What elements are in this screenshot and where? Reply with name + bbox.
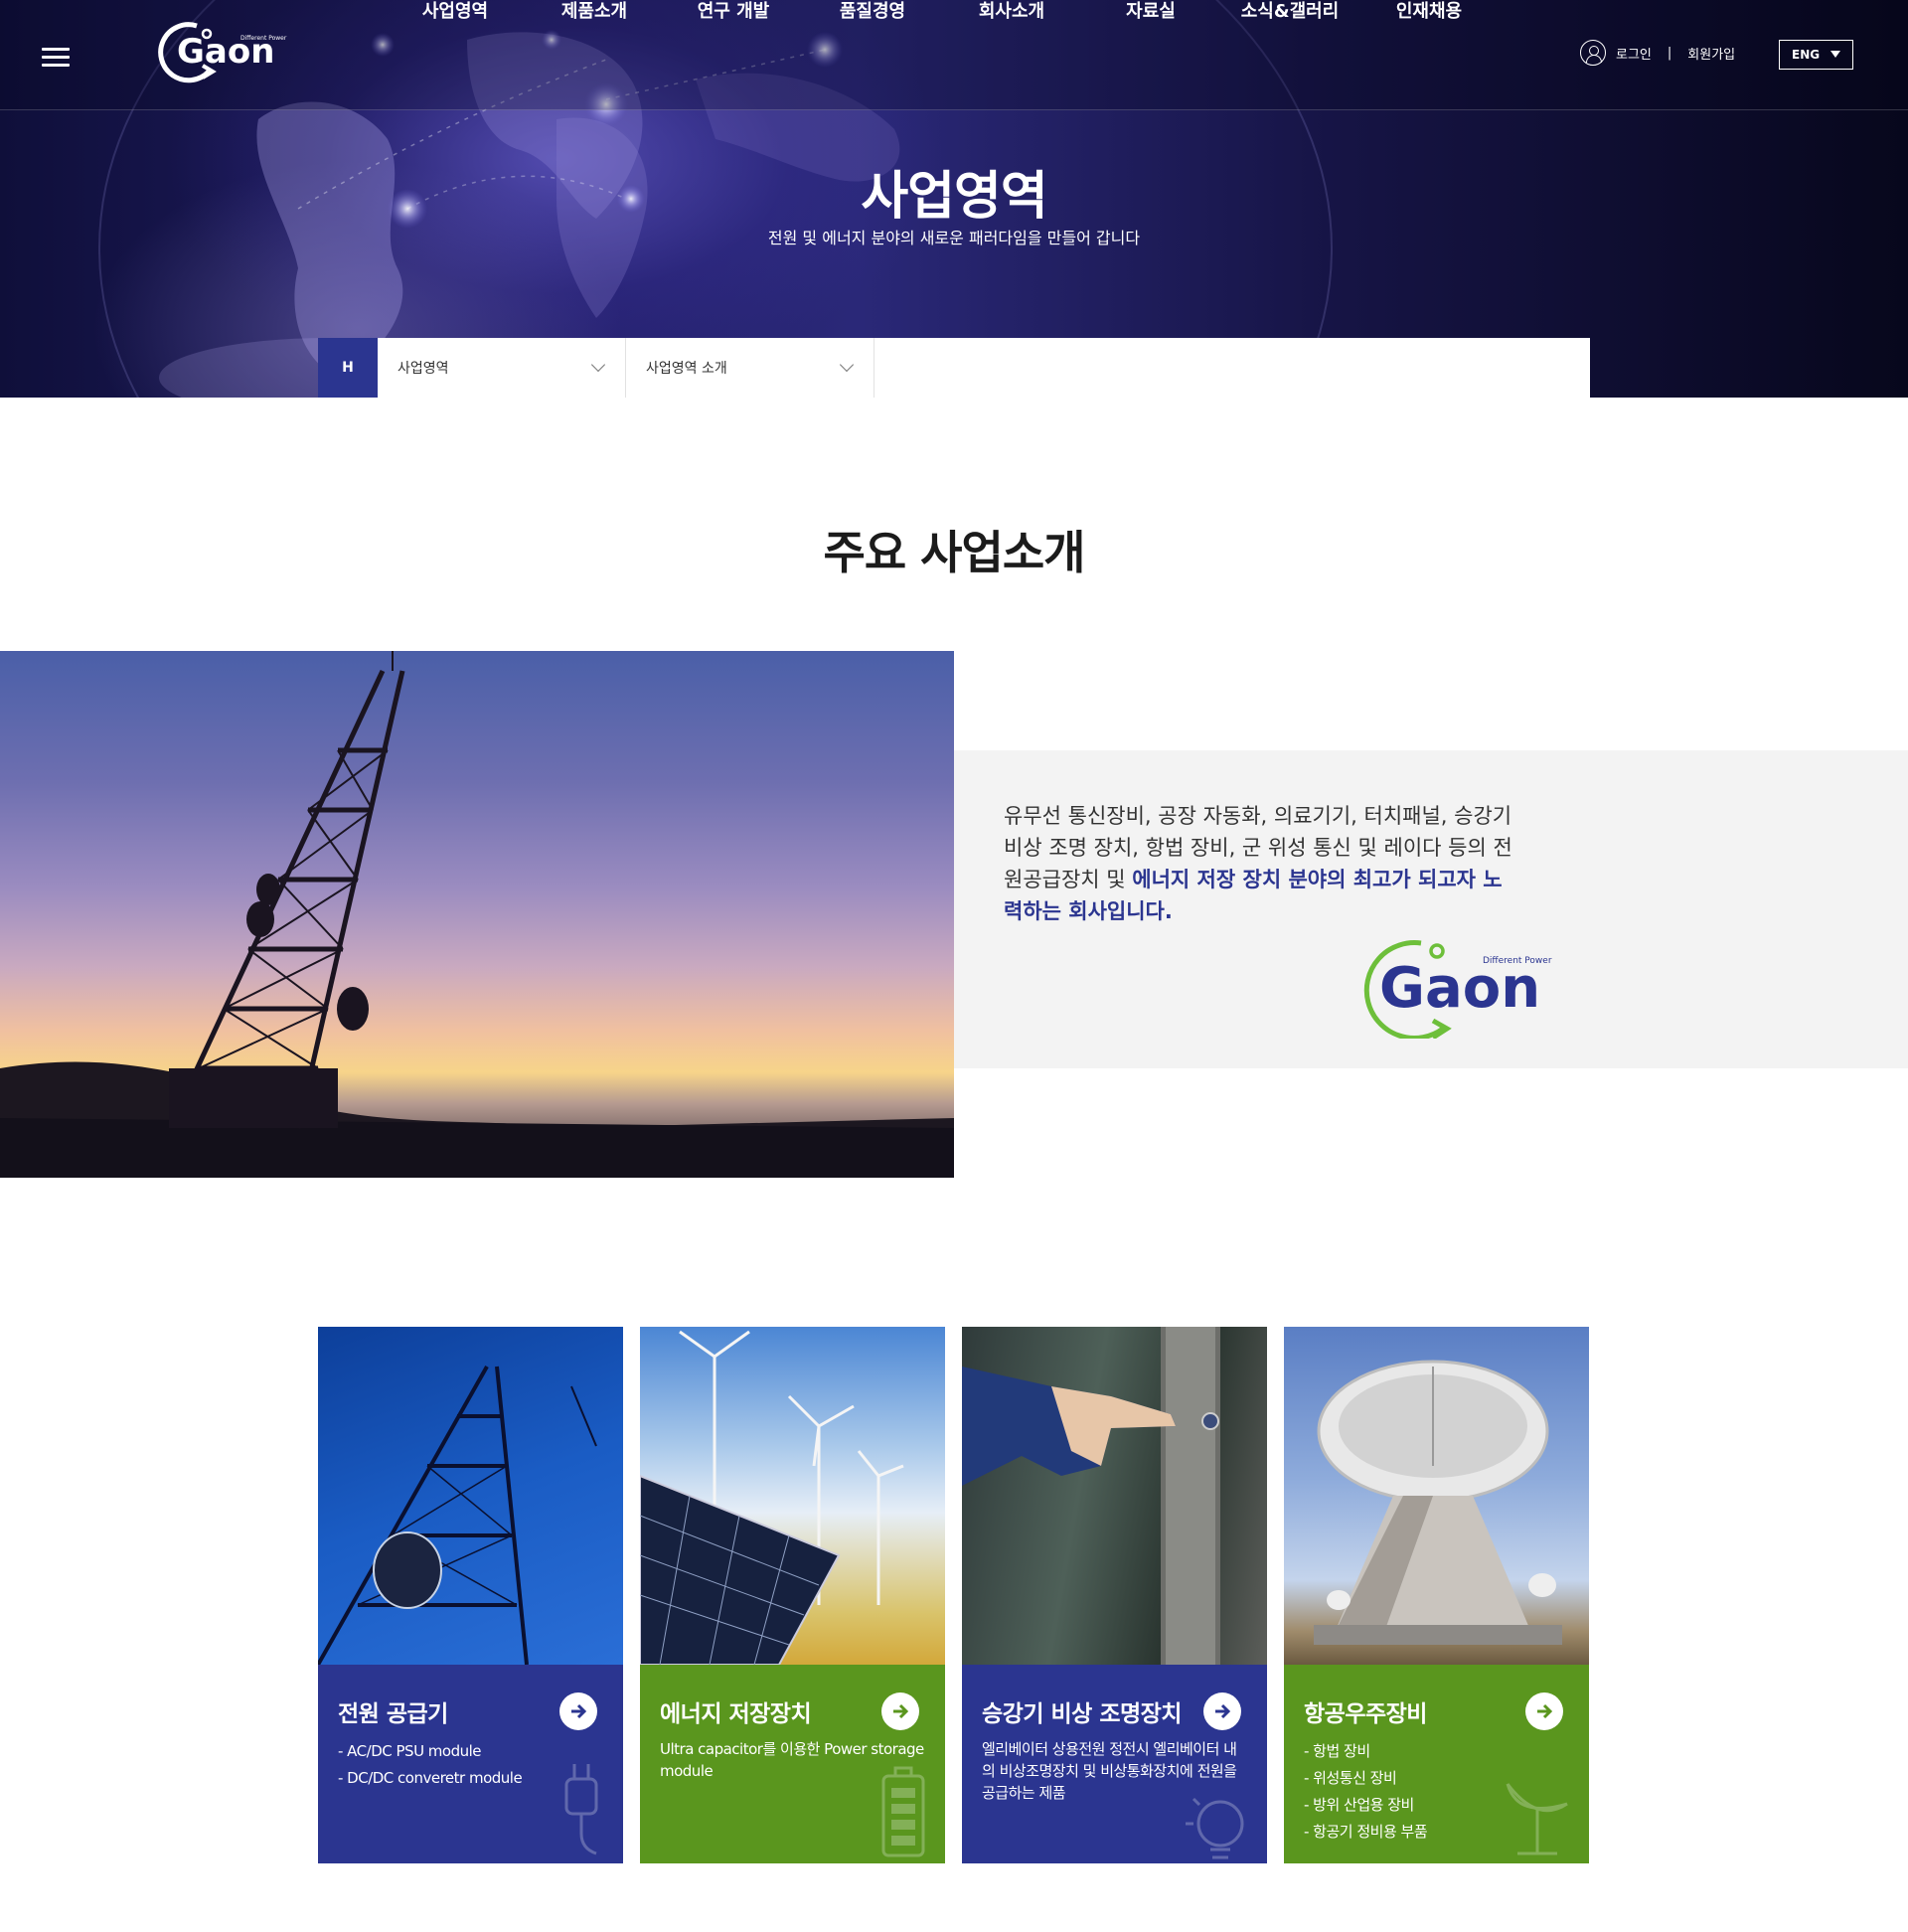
utility-links: 로그인 | 회원가입 [1580,40,1735,66]
section-title: 주요 사업소개 [823,526,1086,579]
gaon-logo[interactable]: Gaon Different Power [157,14,291,85]
home-button[interactable]: H [318,338,378,398]
intro-text-box: 유무선 통신장비, 공장 자동화, 의료기기, 터치패널, 승강기 비상 조명 … [954,750,1908,1068]
signup-link[interactable]: 회원가입 [1687,44,1735,63]
language-select[interactable]: ENG [1779,40,1853,70]
separator: | [1667,45,1672,61]
svg-text:Different Power: Different Power [240,35,287,42]
hero-banner: Gaon Different Power 사업영역 제품소개 연구 개발 품질경… [0,0,1908,398]
nav-company[interactable]: 회사소개 [942,0,1081,30]
tower-silhouette [0,651,954,1178]
breadcrumb: H 사업영역 사업영역 소개 [318,338,1590,398]
breadcrumb-level1-label: 사업영역 [398,361,449,377]
card-body: 전원 공급기 - AC/DC PSU module - DC/DC conver… [318,1665,623,1863]
card-elevator-emergency-light[interactable]: 승강기 비상 조명장치 엘리베이터 상용전원 정전시 엘리베이터 내의 비상조명… [962,1327,1267,1863]
chevron-down-icon [590,357,606,373]
card-body: 승강기 비상 조명장치 엘리베이터 상용전원 정전시 엘리베이터 내의 비상조명… [962,1665,1267,1863]
nav-news-gallery[interactable]: 소식&갤러리 [1220,0,1359,30]
card-power-supply[interactable]: 전원 공급기 - AC/DC PSU module - DC/DC conver… [318,1327,623,1863]
card-line: - 항법 장비 [1304,1742,1370,1760]
battery-icon [881,1766,925,1857]
menu-icon[interactable] [42,48,70,68]
svg-text:Different Power: Different Power [1483,956,1552,966]
card-image-tower [318,1327,623,1665]
arrow-right-icon[interactable] [1525,1692,1563,1730]
arrow-right-icon[interactable] [881,1692,919,1730]
breadcrumb-level2-select[interactable]: 사업영역 소개 [626,338,874,398]
caret-down-icon [1830,51,1840,58]
chevron-down-icon [839,357,855,373]
card-body: 항공우주장비 - 항법 장비 - 위성통신 장비 - 방위 산업용 장비 - 항… [1284,1665,1589,1863]
main-nav: 사업영역 제품소개 연구 개발 품질경영 회사소개 자료실 소식&갤러리 인재채… [386,0,1499,30]
nav-business[interactable]: 사업영역 [386,0,525,30]
arrow-right-icon[interactable] [559,1692,597,1730]
page-title: 사업영역 [861,167,1047,227]
gaon-logo-color: Gaon Different Power [1363,940,1552,1039]
nav-products[interactable]: 제품소개 [525,0,664,30]
plug-icon [564,1764,598,1855]
bulb-icon [1186,1797,1244,1859]
login-link[interactable]: 로그인 [1616,44,1652,63]
card-energy-storage[interactable]: 에너지 저장장치 Ultra capacitor를 이용한 Power stor… [640,1327,945,1863]
page-subtitle: 전원 및 에너지 분야의 새로운 패러다임을 만들어 갑니다 [767,229,1141,247]
card-image-elevator-button [962,1327,1267,1665]
nav-quality[interactable]: 품질경영 [803,0,942,30]
language-label: ENG [1792,48,1821,62]
nav-research[interactable]: 연구 개발 [664,0,803,30]
nav-careers[interactable]: 인재채용 [1359,0,1499,30]
nav-resources[interactable]: 자료실 [1081,0,1220,30]
card-image-satellite-dish [1284,1327,1589,1665]
user-icon [1580,40,1606,66]
intro-paragraph: 유무선 통신장비, 공장 자동화, 의료기기, 터치패널, 승강기 비상 조명 … [1004,800,1520,927]
card-image-wind-solar [640,1327,945,1665]
satellite-icon [1506,1783,1568,1855]
card-aerospace[interactable]: 항공우주장비 - 항법 장비 - 위성통신 장비 - 방위 산업용 장비 - 항… [1284,1327,1589,1863]
business-cards: 전원 공급기 - AC/DC PSU module - DC/DC conver… [318,1327,1591,1863]
breadcrumb-level2-label: 사업영역 소개 [646,361,727,377]
tower-sunset-image [0,651,954,1178]
card-body: 에너지 저장장치 Ultra capacitor를 이용한 Power stor… [640,1665,945,1863]
breadcrumb-level1-select[interactable]: 사업영역 [378,338,626,398]
arrow-right-icon[interactable] [1203,1692,1241,1730]
